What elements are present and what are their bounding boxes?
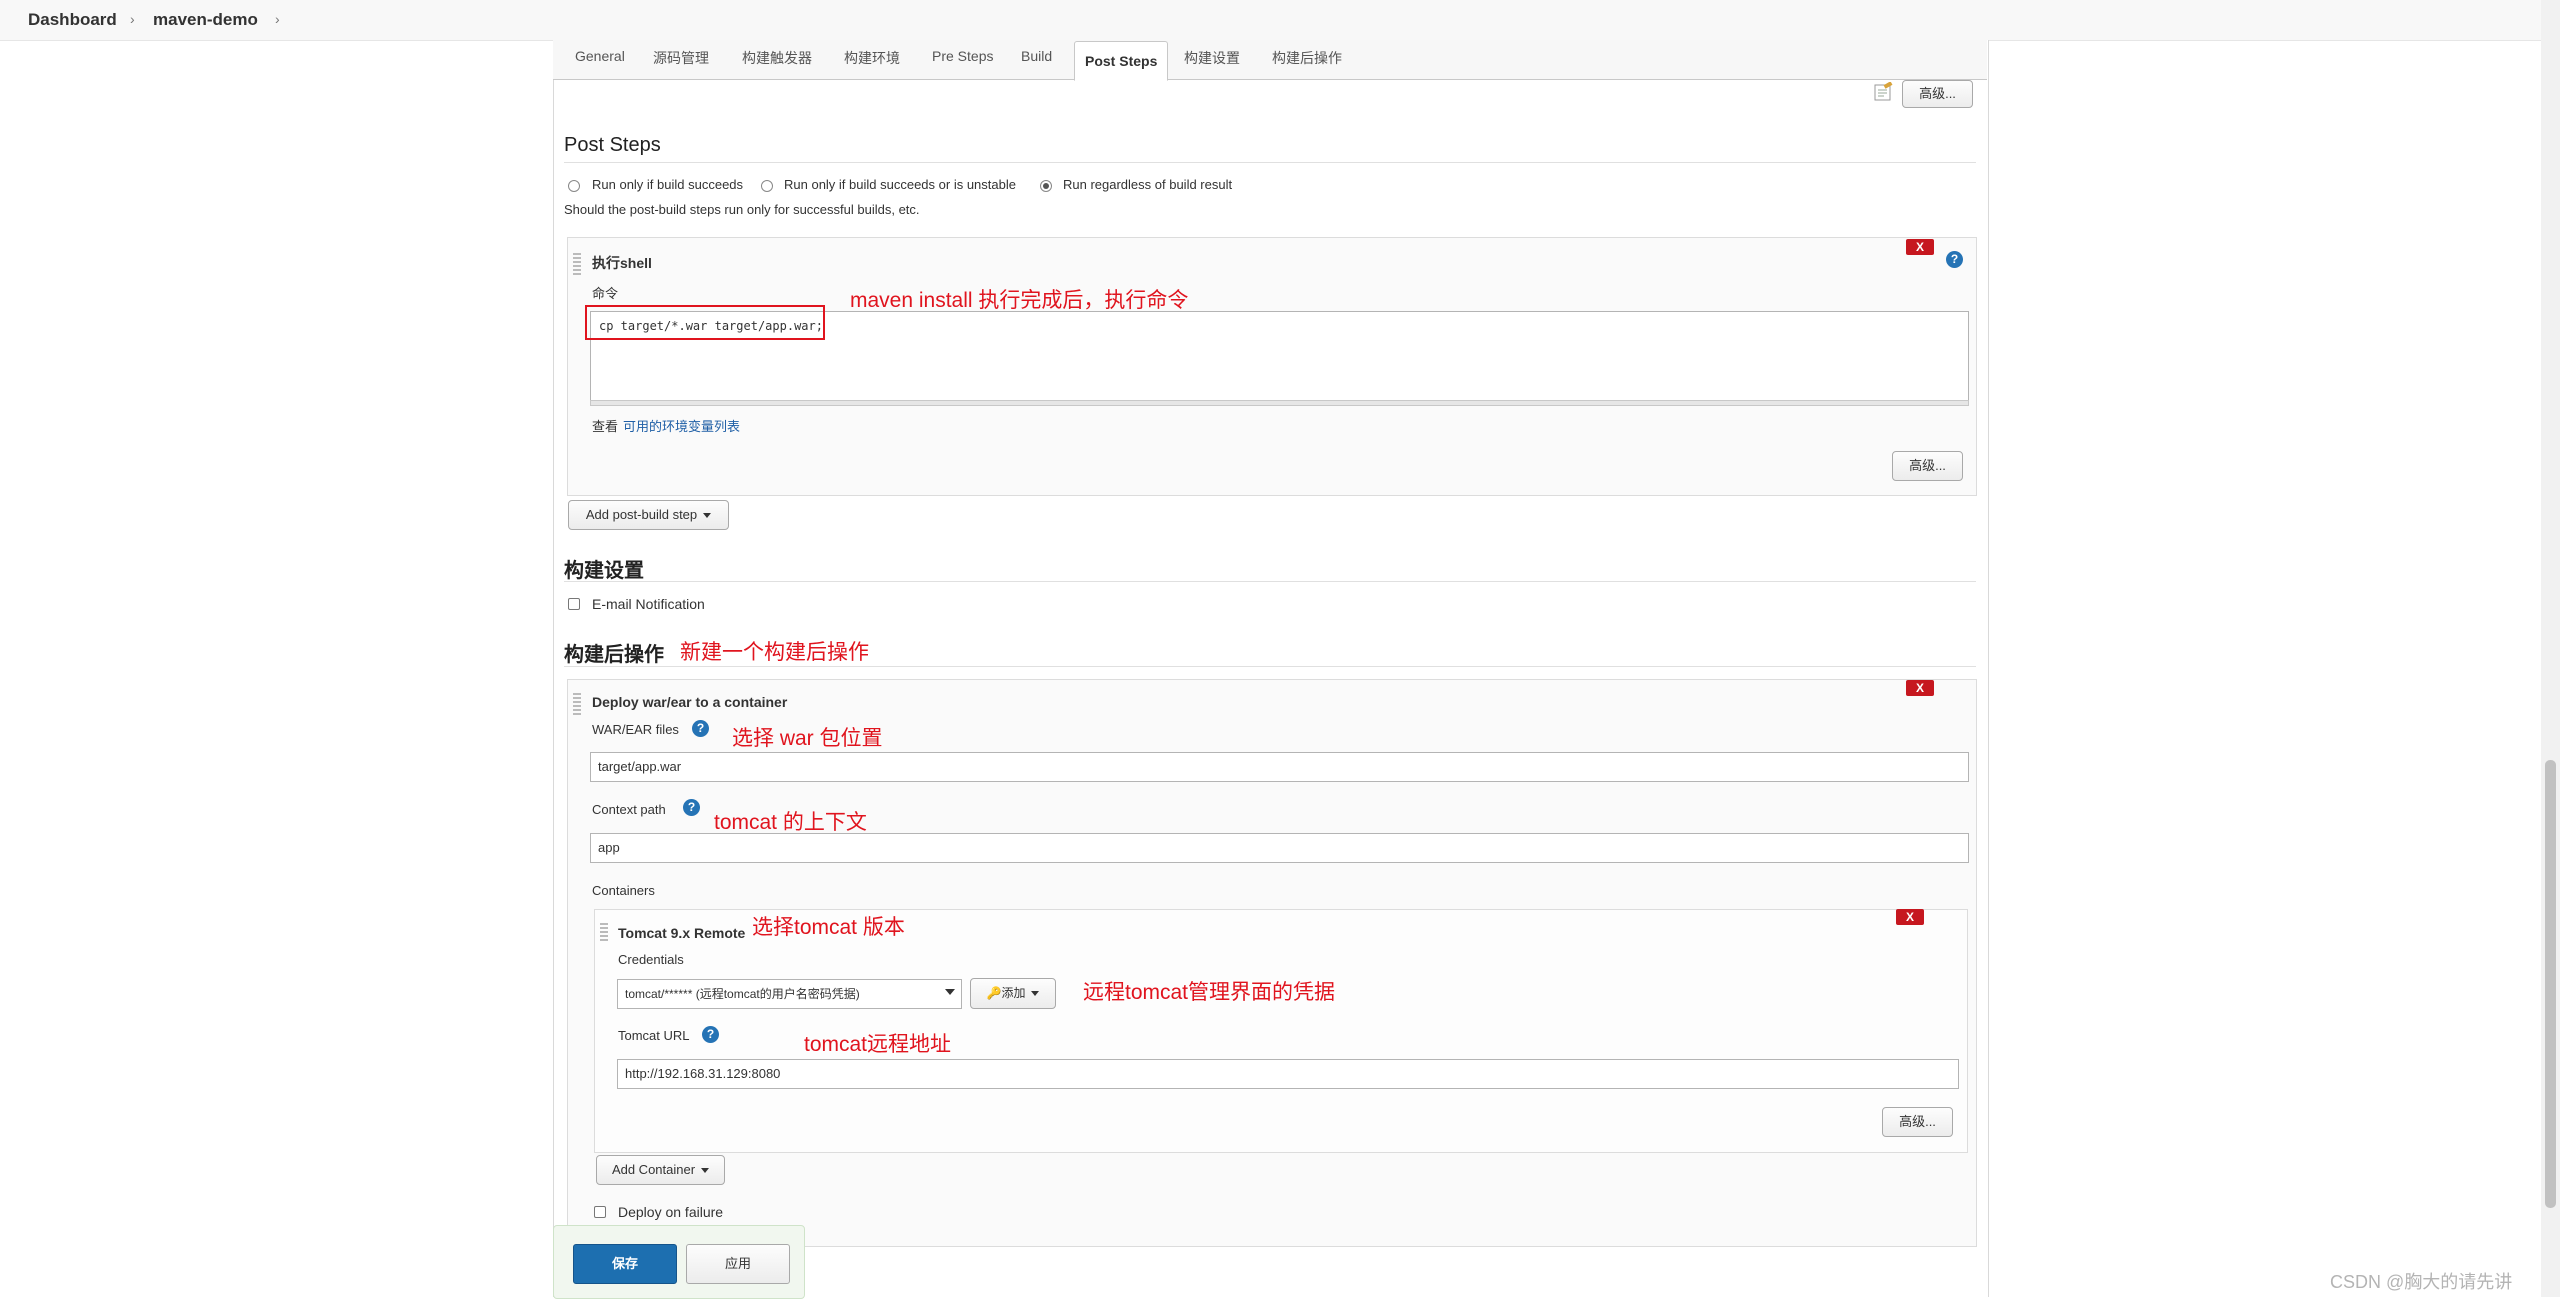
delete-icon[interactable]: X bbox=[1906, 239, 1934, 255]
chevron-right-icon: › bbox=[130, 11, 135, 27]
execute-shell-title: 执行shell bbox=[592, 255, 652, 271]
annotation-maven-install: maven install 执行完成后，执行命令 bbox=[850, 289, 1189, 312]
tab-build-triggers[interactable]: 构建触发器 bbox=[742, 48, 812, 68]
drag-handle-icon[interactable] bbox=[573, 693, 581, 715]
tab-general[interactable]: General bbox=[575, 48, 625, 64]
war-files-input[interactable]: target/app.war bbox=[590, 752, 1969, 782]
add-container-button[interactable]: Add Container bbox=[596, 1155, 725, 1185]
drag-handle-icon[interactable] bbox=[573, 253, 581, 275]
radio-label: Run regardless of build result bbox=[1063, 177, 1233, 192]
annotation-box bbox=[585, 305, 825, 340]
annotation-new-post-build: 新建一个构建后操作 bbox=[680, 641, 869, 664]
tomcat-container-block bbox=[594, 909, 1968, 1153]
deploy-on-failure-checkbox[interactable] bbox=[594, 1206, 606, 1218]
caret-down-icon bbox=[701, 1168, 710, 1174]
context-path-input[interactable]: app bbox=[590, 833, 1969, 863]
post-steps-title: Post Steps bbox=[564, 134, 661, 156]
advanced-button-top[interactable]: 高级... bbox=[1902, 80, 1973, 108]
key-icon: 🔑 bbox=[986, 986, 1002, 1000]
add-post-build-step-button[interactable]: Add post-build step bbox=[568, 500, 729, 530]
divider bbox=[564, 666, 1976, 667]
caret-down-icon bbox=[1031, 991, 1040, 997]
tomcat-title: Tomcat 9.x Remote bbox=[618, 925, 746, 941]
war-files-label: WAR/EAR files bbox=[592, 722, 679, 737]
radio-succeeds-or-unstable[interactable] bbox=[761, 180, 773, 192]
tab-build-environment[interactable]: 构建环境 bbox=[844, 48, 900, 68]
add-post-build-step-label: Add post-build step bbox=[585, 507, 698, 522]
context-path-label: Context path bbox=[592, 802, 666, 817]
tab-build-settings[interactable]: 构建设置 bbox=[1184, 48, 1240, 68]
post-build-title: 构建后操作 bbox=[564, 644, 664, 666]
command-label: 命令 bbox=[592, 286, 619, 301]
watermark: CSDN @胸大的请先讲 bbox=[2330, 1272, 2513, 1292]
chevron-right-icon: › bbox=[275, 11, 280, 27]
radio-label: Run only if build succeeds or is unstabl… bbox=[784, 177, 1016, 192]
radio-regardless[interactable] bbox=[1040, 180, 1052, 192]
tab-source-management[interactable]: 源码管理 bbox=[653, 48, 709, 68]
containers-label: Containers bbox=[592, 883, 655, 898]
add-credentials-label: 添加 bbox=[1001, 986, 1026, 1000]
email-notification-checkbox[interactable] bbox=[568, 598, 580, 610]
scrollbar-thumb[interactable] bbox=[2545, 760, 2556, 1208]
help-icon[interactable]: ? bbox=[692, 720, 709, 737]
divider bbox=[564, 162, 1976, 163]
textarea-resize-handle[interactable] bbox=[590, 400, 1969, 406]
annotation-remote-credentials: 远程tomcat管理界面的凭据 bbox=[1083, 981, 1336, 1004]
deploy-on-failure-label: Deploy on failure bbox=[618, 1204, 724, 1220]
advanced-button-tomcat[interactable]: 高级... bbox=[1882, 1107, 1953, 1137]
save-button[interactable]: 保存 bbox=[573, 1244, 677, 1284]
chevron-down-icon bbox=[945, 989, 955, 995]
credentials-label: Credentials bbox=[618, 952, 684, 967]
delete-icon[interactable]: X bbox=[1896, 909, 1924, 925]
credentials-select[interactable]: tomcat/****** (远程tomcat的用户名密码凭据) bbox=[617, 979, 962, 1009]
tomcat-url-input[interactable]: http://192.168.31.129:8080 bbox=[617, 1059, 1959, 1089]
help-icon[interactable]: ? bbox=[683, 799, 700, 816]
breadcrumb-bar bbox=[0, 0, 2560, 41]
radio-build-succeeds[interactable] bbox=[568, 180, 580, 192]
tab-post-steps[interactable]: Post Steps bbox=[1074, 41, 1169, 81]
divider bbox=[564, 581, 1976, 582]
env-vars-link[interactable]: 可用的环境变量列表 bbox=[623, 416, 740, 435]
help-icon[interactable]: ? bbox=[702, 1026, 719, 1043]
annotation-tomcat-context: tomcat 的上下文 bbox=[714, 811, 867, 834]
breadcrumb-project[interactable]: maven-demo bbox=[153, 10, 258, 30]
email-notification-label: E-mail Notification bbox=[592, 596, 705, 612]
apply-button[interactable]: 应用 bbox=[686, 1244, 790, 1284]
help-icon[interactable]: ? bbox=[1946, 251, 1963, 268]
delete-icon[interactable]: X bbox=[1906, 680, 1934, 696]
annotation-war-location: 选择 war 包位置 bbox=[732, 727, 883, 750]
tab-post-build-actions[interactable]: 构建后操作 bbox=[1272, 48, 1342, 68]
add-container-label: Add Container bbox=[611, 1162, 696, 1177]
add-credentials-button[interactable]: 🔑添加 bbox=[970, 978, 1056, 1009]
radio-label: Run only if build succeeds bbox=[592, 177, 744, 192]
deploy-title: Deploy war/ear to a container bbox=[592, 694, 788, 710]
annotation-tomcat-remote-address: tomcat远程地址 bbox=[804, 1033, 952, 1056]
tab-build[interactable]: Build bbox=[1021, 48, 1052, 64]
notepad-icon[interactable] bbox=[1873, 81, 1893, 102]
advanced-button-shell[interactable]: 高级... bbox=[1892, 451, 1963, 481]
caret-down-icon bbox=[703, 513, 712, 519]
build-settings-title: 构建设置 bbox=[564, 560, 644, 582]
env-prefix: 查看 bbox=[592, 419, 619, 434]
tomcat-url-label: Tomcat URL bbox=[618, 1028, 690, 1043]
breadcrumb-dashboard[interactable]: Dashboard bbox=[28, 10, 117, 30]
post-steps-description: Should the post-build steps run only for… bbox=[564, 202, 920, 217]
annotation-tomcat-version: 选择tomcat 版本 bbox=[752, 916, 905, 939]
tab-pre-steps[interactable]: Pre Steps bbox=[932, 48, 993, 64]
drag-handle-icon[interactable] bbox=[600, 923, 608, 943]
